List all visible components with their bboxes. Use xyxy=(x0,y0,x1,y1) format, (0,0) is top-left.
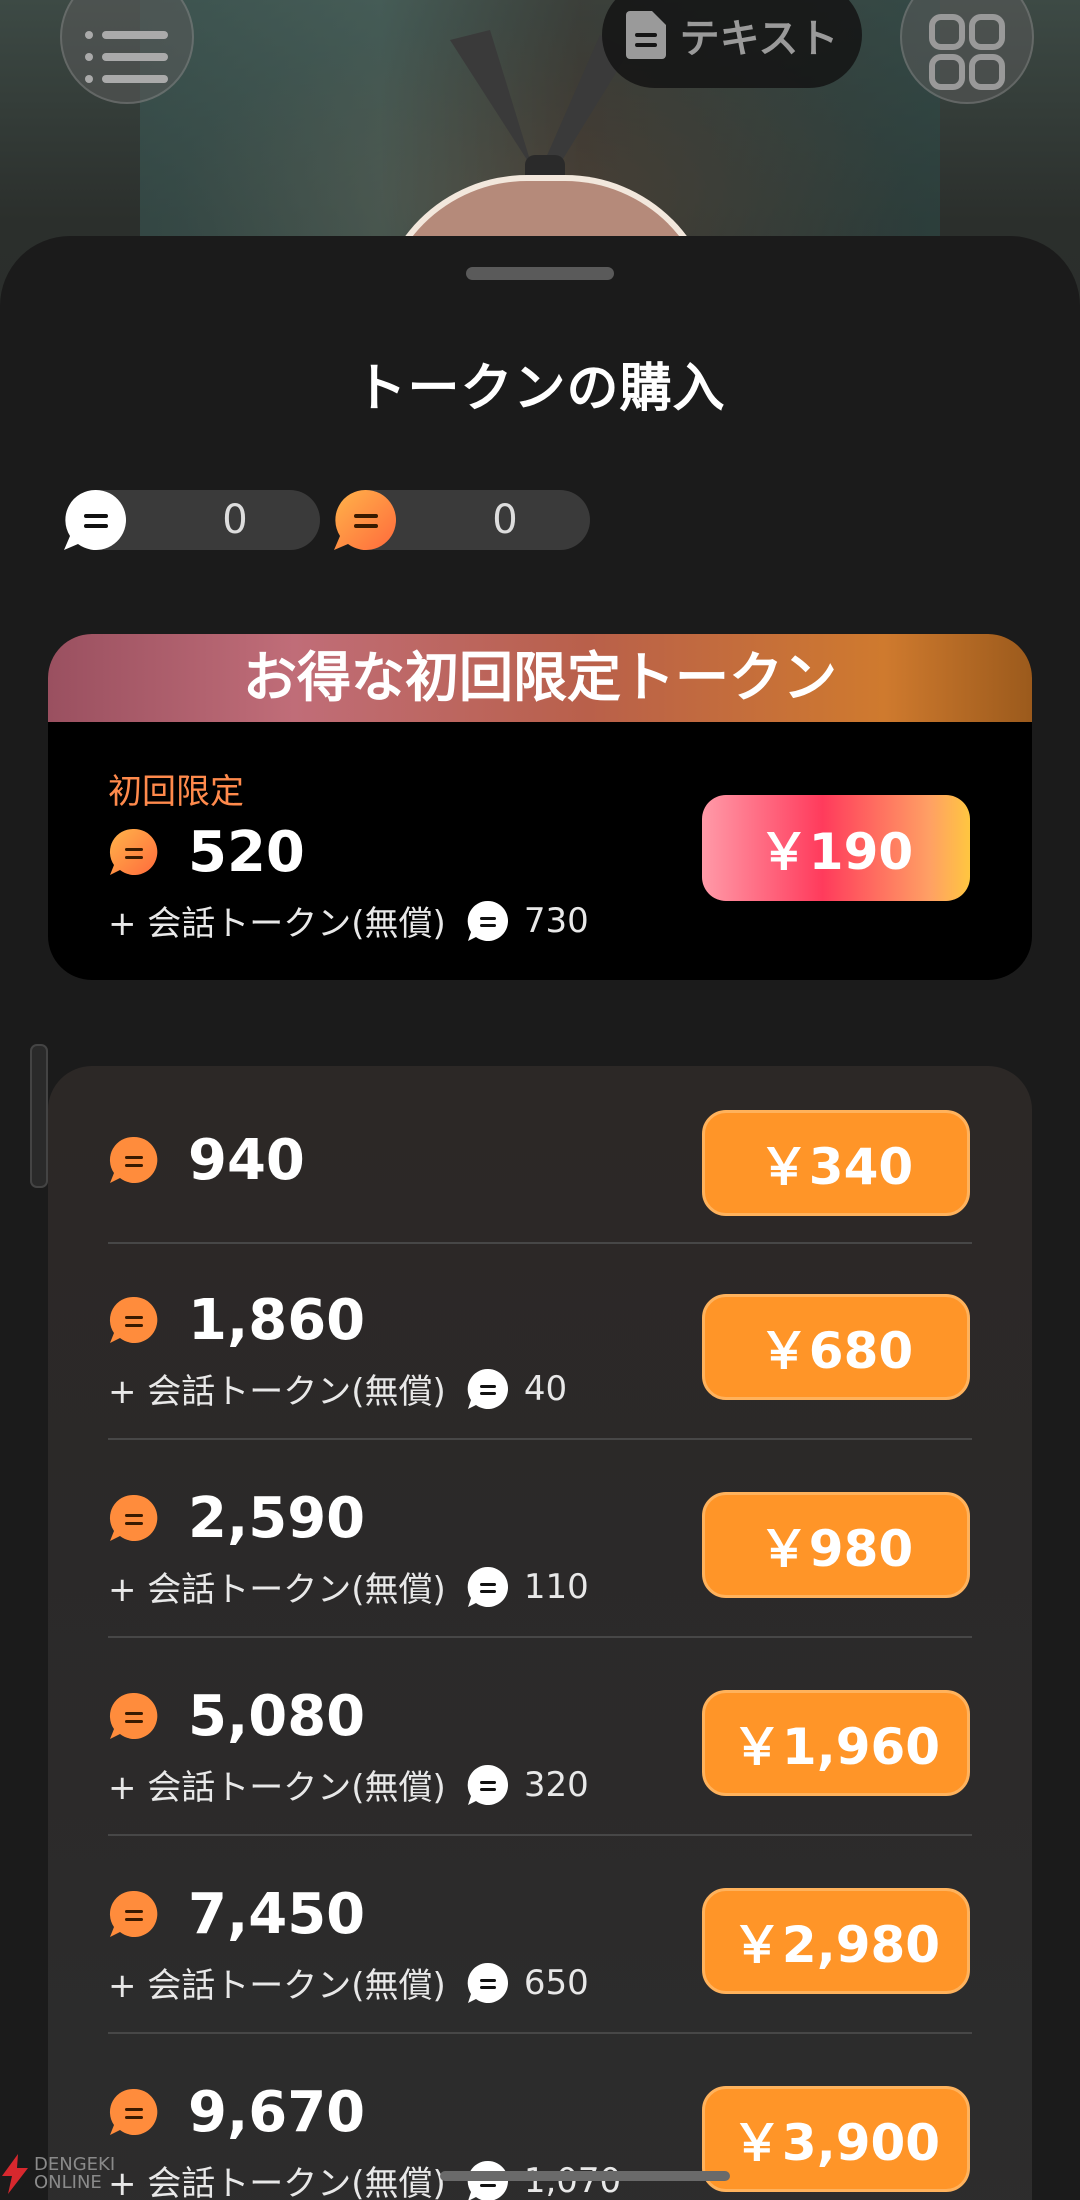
token-bubble-icon xyxy=(109,1692,158,1739)
token-bubble-icon xyxy=(109,1890,158,1937)
package-bonus-row: + 会話トークン(無償) 110 xyxy=(108,1562,589,1611)
token-bubble-icon xyxy=(109,1136,158,1183)
token-bubble-icon xyxy=(109,828,158,875)
package-amount: 940 xyxy=(188,1128,305,1193)
bonus-label: + 会話トークン(無償) xyxy=(108,2164,446,2200)
package-bonus-row: + 会話トークン(無償) 40 xyxy=(108,1364,567,1413)
bonus-amount: 40 xyxy=(523,1368,568,1409)
package-bonus-row: + 会話トークン(無償) 320 xyxy=(108,1760,589,1809)
token-bubble-icon xyxy=(334,489,396,550)
watermark: DENGEKI ONLINE xyxy=(0,2154,115,2194)
list-divider xyxy=(108,1834,972,1836)
package-amount-row: 7,450 xyxy=(108,1882,365,1947)
package-amount-row: 9,670 xyxy=(108,2080,365,2145)
offer-price-button[interactable]: ￥190 xyxy=(702,795,970,901)
list-divider xyxy=(108,1438,972,1440)
package-price-button[interactable]: ￥680 xyxy=(702,1294,970,1400)
token-bubble-icon xyxy=(109,1296,158,1343)
list-divider xyxy=(108,1636,972,1638)
package-amount-row: 2,590 xyxy=(108,1486,365,1551)
package-amount-row: 1,860 xyxy=(108,1288,365,1353)
package-item: 940 ￥340 xyxy=(108,1104,972,1244)
chat-bubble-icon xyxy=(467,900,508,941)
package-price-button[interactable]: ￥340 xyxy=(702,1110,970,1216)
package-item: 7,450 + 会話トークン(無償) 650 ￥2,980 xyxy=(108,1882,972,2042)
package-amount-row: 5,080 xyxy=(108,1684,365,1749)
watermark-line2: ONLINE xyxy=(34,2172,102,2193)
package-price-button[interactable]: ￥980 xyxy=(702,1492,970,1598)
first-time-offer-card: お得な初回限定トークン 初回限定 520 + 会話トークン(無償) 730 ￥1… xyxy=(48,634,1032,980)
package-item: 2,590 + 会話トークン(無償) 110 ￥980 xyxy=(108,1486,972,1646)
menu-icon xyxy=(85,31,168,83)
chat-bubble-icon xyxy=(467,1764,508,1805)
free-token-balance: 0 xyxy=(64,489,320,550)
offer-banner: お得な初回限定トークン xyxy=(48,634,1032,722)
bonus-amount: 320 xyxy=(523,1764,589,1805)
sheet-drag-handle[interactable] xyxy=(466,267,614,280)
token-purchase-sheet: トークンの購入 0 0 お得な初回限定トークン 初回限定 520 + 会話トーク… xyxy=(0,236,1080,2200)
bonus-amount: 650 xyxy=(523,1962,589,2003)
chat-bubble-icon xyxy=(467,1566,508,1607)
package-item: 1,860 + 会話トークン(無償) 40 ￥680 xyxy=(108,1288,972,1448)
package-price-button[interactable]: ￥1,960 xyxy=(702,1690,970,1796)
token-package-list: 940 ￥340 1,860 + 会話トークン(無償) 40 ￥680 2,59… xyxy=(48,1066,1032,2200)
scroll-indicator[interactable] xyxy=(30,1044,48,1188)
chat-bubble-icon xyxy=(64,489,127,550)
sheet-title: トークンの購入 xyxy=(354,359,726,419)
home-indicator[interactable] xyxy=(440,2171,730,2181)
package-bonus-row: + 会話トークン(無償) 650 xyxy=(108,1958,589,2007)
package-item: 9,670 + 会話トークン(無償) 1,070 ￥3,900 xyxy=(108,2080,972,2200)
token-bubble-icon xyxy=(109,2088,158,2135)
document-icon xyxy=(625,11,666,59)
offer-bonus-row: + 会話トークン(無償) 730 xyxy=(108,896,589,945)
package-amount: 7,450 xyxy=(188,1882,366,1947)
bonus-label: + 会話トークン(無償) xyxy=(108,1768,446,1808)
package-amount: 9,670 xyxy=(188,2080,366,2145)
paid-token-count: 0 xyxy=(492,497,518,543)
chat-bubble-icon xyxy=(467,1962,508,2003)
package-amount: 1,860 xyxy=(188,1288,366,1353)
lightning-icon xyxy=(2,2154,28,2194)
list-divider xyxy=(108,2032,972,2034)
bonus-label: + 会話トークン(無償) xyxy=(108,904,446,944)
offer-token-amount-row: 520 xyxy=(108,820,305,885)
free-token-count: 0 xyxy=(222,497,248,543)
text-mode-label: テキスト xyxy=(679,16,839,62)
bonus-amount: 110 xyxy=(523,1566,589,1607)
package-amount: 5,080 xyxy=(188,1684,366,1749)
grid-icon xyxy=(929,14,1005,90)
bonus-label: + 会話トークン(無償) xyxy=(108,1570,446,1610)
offer-tag: 初回限定 xyxy=(108,772,244,812)
bonus-label: + 会話トークン(無償) xyxy=(108,1966,446,2006)
package-price-button[interactable]: ￥2,980 xyxy=(702,1888,970,1994)
package-item: 5,080 + 会話トークン(無償) 320 ￥1,960 xyxy=(108,1684,972,1844)
package-price-button[interactable]: ￥3,900 xyxy=(702,2086,970,2192)
text-mode-button[interactable]: テキスト xyxy=(602,0,862,88)
token-bubble-icon xyxy=(109,1494,158,1541)
package-amount: 2,590 xyxy=(188,1486,366,1551)
paid-token-balance: 0 xyxy=(334,489,590,550)
list-divider xyxy=(108,1242,972,1244)
offer-token-amount: 520 xyxy=(188,820,305,885)
bonus-amount: 730 xyxy=(523,900,589,941)
package-amount-row: 940 xyxy=(108,1128,305,1193)
bonus-label: + 会話トークン(無償) xyxy=(108,1372,446,1412)
chat-bubble-icon xyxy=(467,1368,508,1409)
